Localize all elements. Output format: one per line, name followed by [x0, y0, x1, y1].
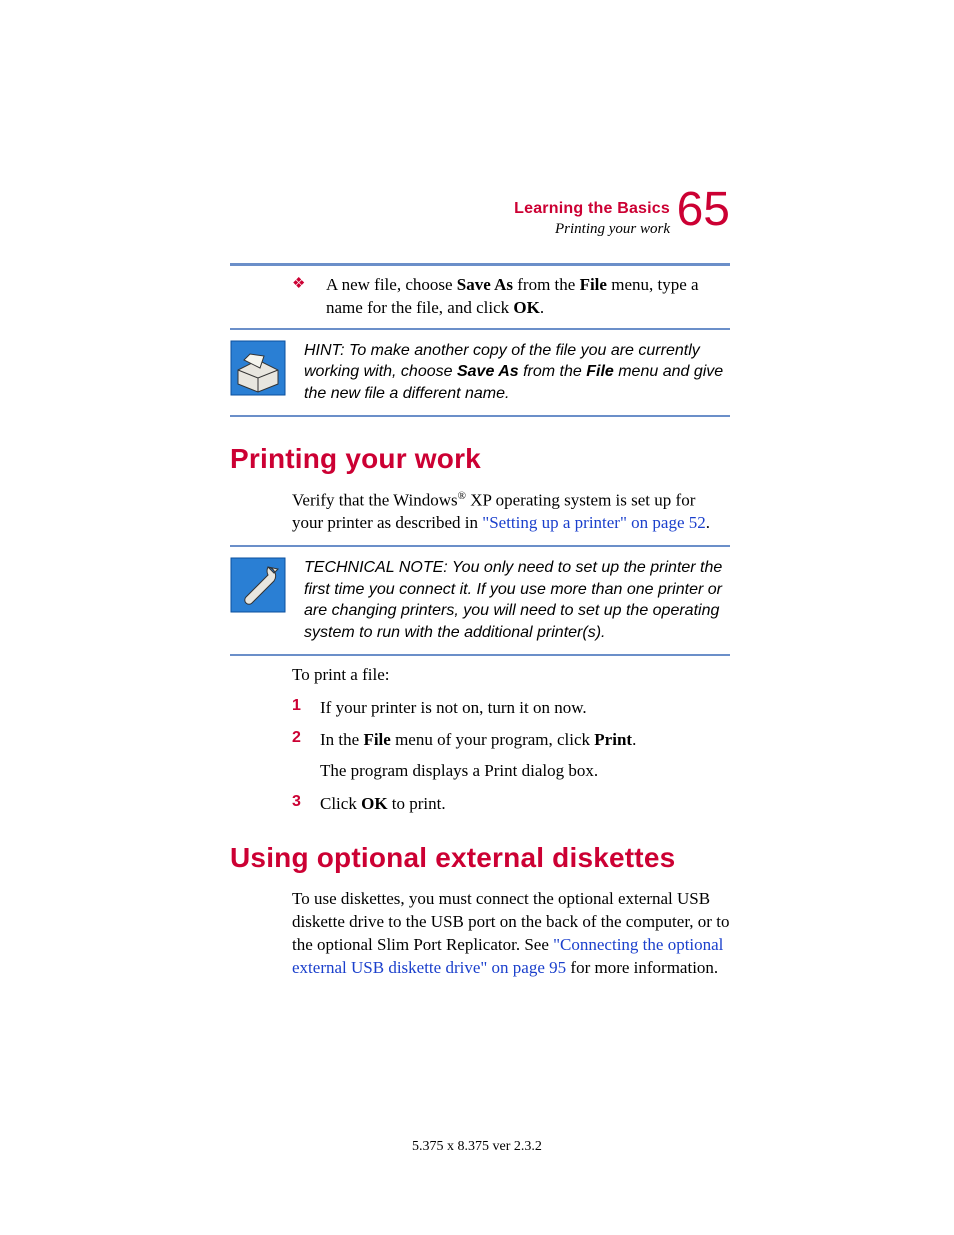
technical-note-block: TECHNICAL NOTE: You only need to set up …	[230, 557, 730, 643]
technical-note-text: TECHNICAL NOTE: You only need to set up …	[304, 557, 730, 643]
paragraph: To use diskettes, you must connect the o…	[292, 888, 730, 980]
divider	[230, 654, 730, 656]
bullet-item: ❖ A new file, choose Save As from the Fi…	[292, 274, 730, 320]
divider	[230, 545, 730, 547]
divider	[230, 415, 730, 417]
heading-printing: Printing your work	[230, 443, 730, 475]
page-content: Learning the Basics Printing your work 6…	[230, 190, 730, 990]
step-subtext: The program displays a Print dialog box.	[320, 760, 730, 783]
hint-box-icon	[230, 340, 286, 396]
diamond-bullet-icon: ❖	[292, 274, 305, 294]
step-number: 3	[292, 793, 301, 811]
page-header: Learning the Basics Printing your work 6…	[230, 190, 730, 255]
chapter-title: Learning the Basics	[370, 200, 670, 218]
step-number: 2	[292, 729, 301, 747]
step-item: 2 In the File menu of your program, clic…	[292, 729, 730, 783]
hint-block: HINT: To make another copy of the file y…	[230, 340, 730, 405]
divider	[230, 263, 730, 266]
footer-text: 5.375 x 8.375 ver 2.3.2	[0, 1139, 954, 1155]
step-item: 3 Click OK to print.	[292, 793, 730, 816]
step-number: 1	[292, 697, 301, 715]
heading-diskettes: Using optional external diskettes	[230, 842, 730, 874]
wrench-icon	[230, 557, 286, 613]
step-item: 1 If your printer is not on, turn it on …	[292, 697, 730, 720]
hint-text: HINT: To make another copy of the file y…	[304, 340, 730, 405]
divider	[230, 328, 730, 330]
page-number: 65	[677, 182, 730, 237]
paragraph: To print a file:	[292, 664, 730, 687]
paragraph: Verify that the Windows® XP operating sy…	[292, 489, 730, 536]
section-title: Printing your work	[370, 221, 670, 238]
link-setup-printer[interactable]: "Setting up a printer" on page 52	[482, 513, 706, 532]
